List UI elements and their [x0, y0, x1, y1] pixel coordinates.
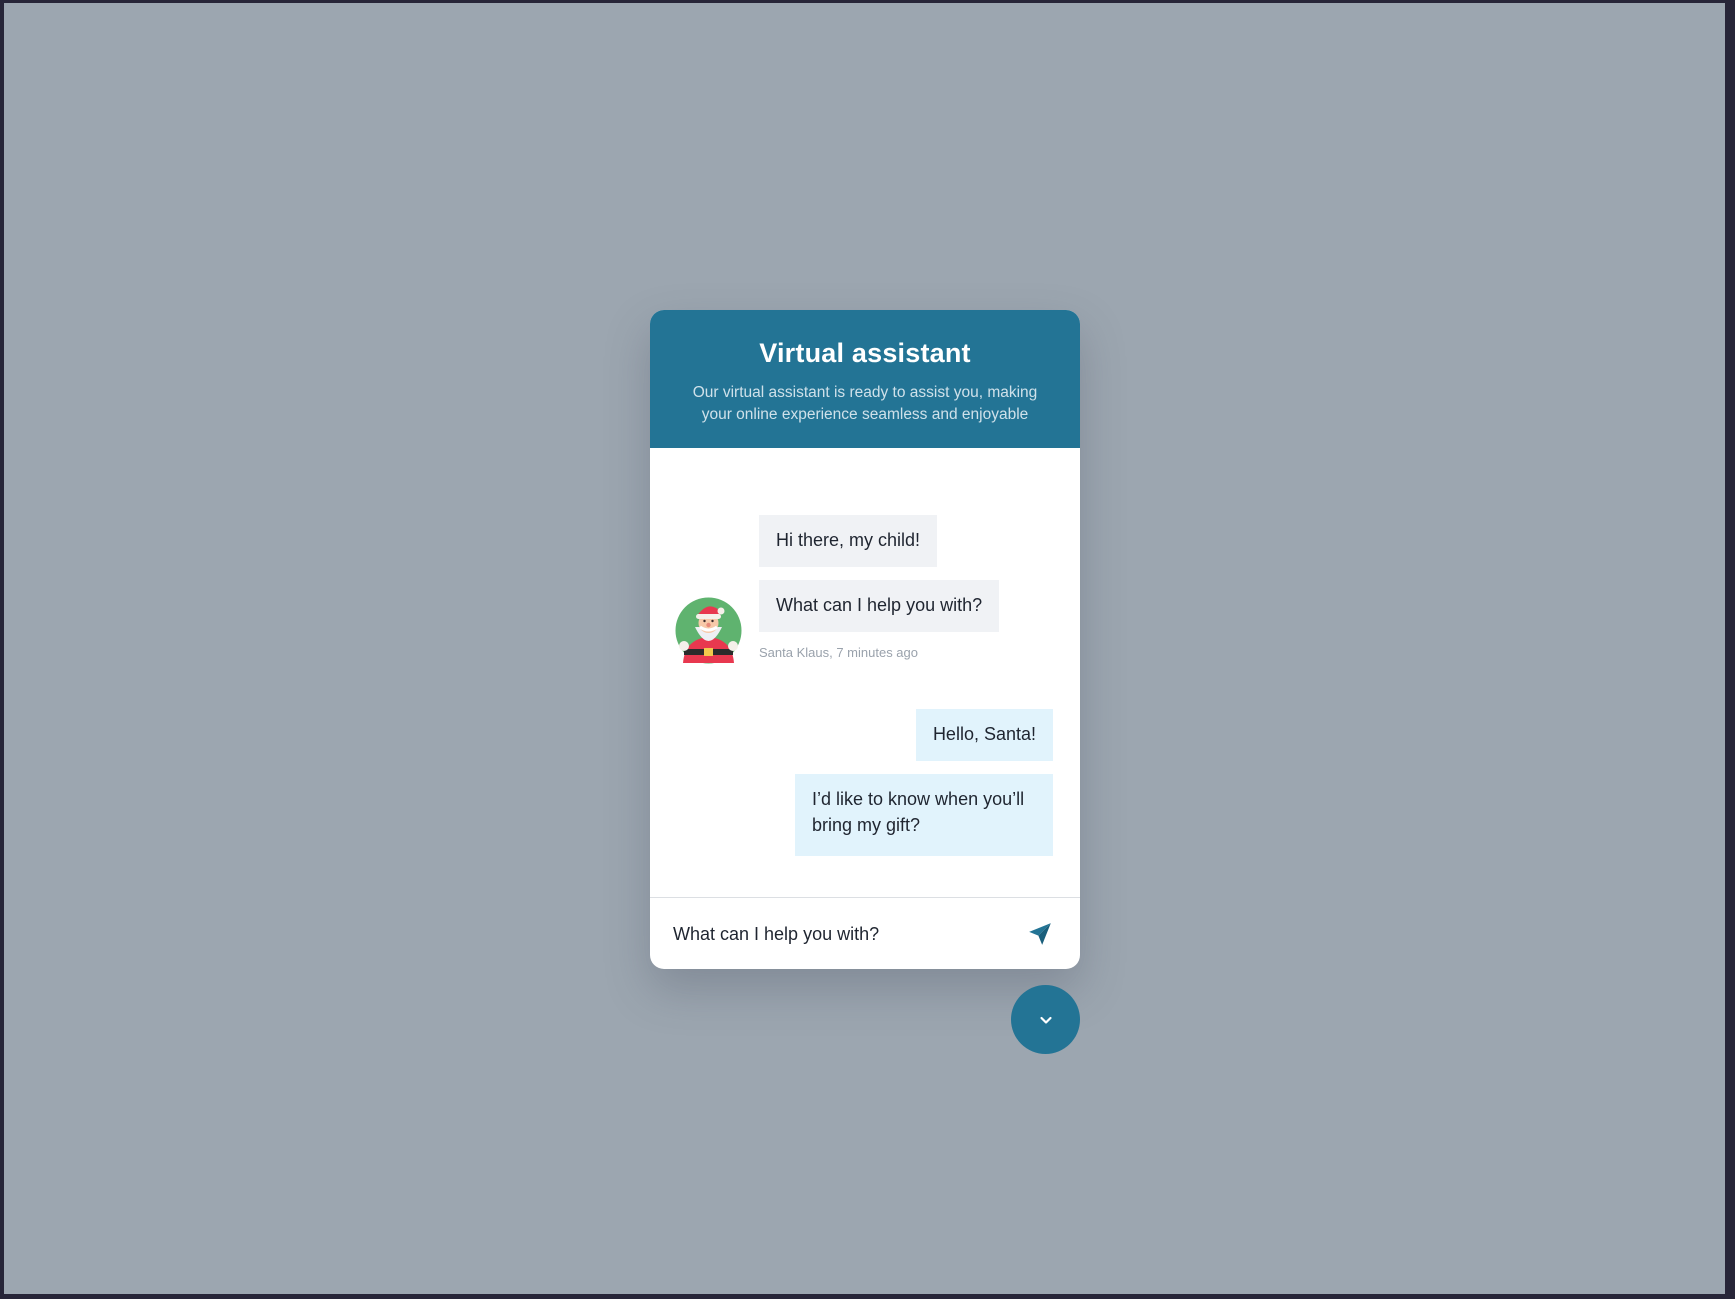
page-background: Virtual assistant Our virtual assistant … — [4, 3, 1725, 1294]
message-input[interactable] — [673, 918, 1003, 950]
send-button[interactable] — [1026, 920, 1054, 948]
chevron-down-icon — [1039, 1016, 1052, 1024]
chat-header: Virtual assistant Our virtual assistant … — [650, 310, 1080, 448]
chat-toggle-button[interactable] — [1011, 985, 1080, 1054]
bot-message: Hi there, my child! — [759, 515, 938, 567]
send-paper-plane-icon — [1029, 923, 1051, 945]
chat-subtitle: Our virtual assistant is ready to assist… — [692, 384, 1038, 423]
chat-widget: Virtual assistant Our virtual assistant … — [650, 310, 1080, 969]
user-message: Hello, Santa! — [915, 709, 1053, 761]
santa-claus-avatar-icon — [675, 597, 742, 664]
bot-message-meta: Santa Klaus, 7 minutes ago — [759, 645, 918, 660]
user-message: I’d like to know when you’ll bring my gi… — [795, 774, 1053, 856]
chat-messages: Hi there, my child! What can I help you … — [650, 448, 1080, 897]
message-composer — [650, 897, 1080, 969]
bot-message: What can I help you with? — [759, 580, 1000, 632]
chat-title: Virtual assistant — [759, 338, 971, 368]
